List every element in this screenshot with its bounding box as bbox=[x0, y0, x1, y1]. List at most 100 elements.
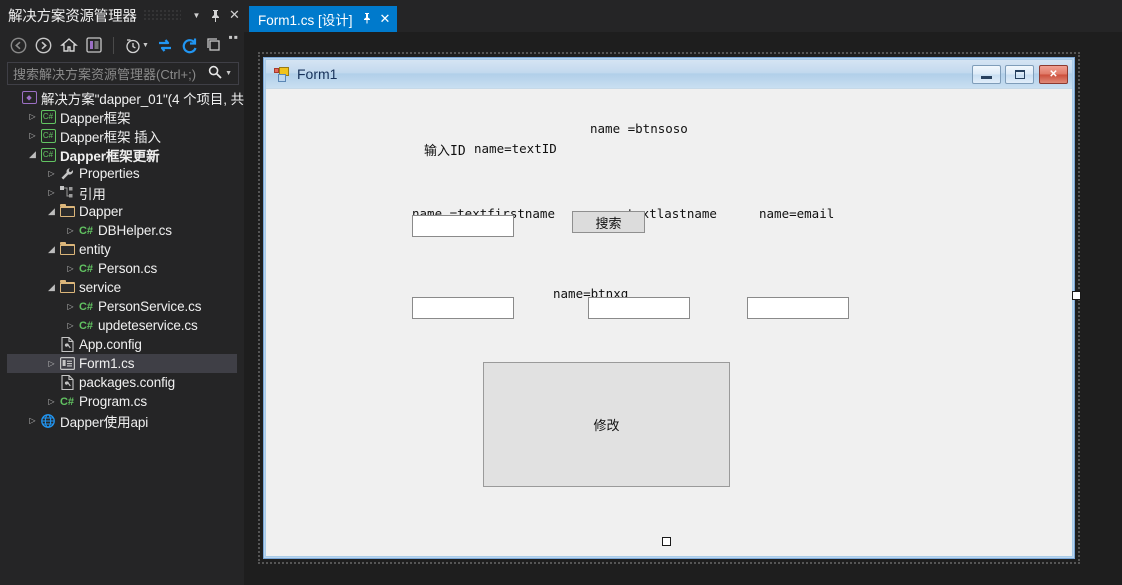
maximize-button[interactable] bbox=[1005, 64, 1034, 84]
home-icon[interactable] bbox=[57, 33, 80, 57]
expand-arrow-closed-icon[interactable]: ▷ bbox=[45, 188, 58, 197]
pin-icon[interactable] bbox=[206, 4, 225, 26]
tree-item-properties[interactable]: ▷ Properties bbox=[7, 164, 244, 183]
expand-arrow-closed-icon[interactable]: ▷ bbox=[64, 321, 77, 330]
resize-grip-bottom[interactable] bbox=[662, 537, 671, 546]
expand-arrow-open-icon[interactable]: ◢ bbox=[45, 282, 58, 293]
tree-item-label: Dapper bbox=[79, 204, 123, 219]
solution-tree[interactable]: ⬥ 解决方案"dapper_01"(4 个项目, 共 ▷ C# Dapper框架 ▷ C# D… bbox=[7, 88, 244, 579]
expand-arrow-closed-icon[interactable]: ▷ bbox=[64, 302, 77, 311]
config-file-icon bbox=[58, 375, 76, 390]
refresh-icon[interactable] bbox=[178, 33, 201, 57]
tree-item-label: Program.cs bbox=[79, 394, 148, 409]
tree-item-packages.config[interactable]: packages.config bbox=[7, 373, 244, 392]
tree-item-dapper-[interactable]: ▷ C# Dapper框架 bbox=[7, 107, 244, 126]
csharp-project-icon: C# bbox=[39, 147, 57, 162]
tree-item-label: Dapper框架 插入 bbox=[60, 129, 161, 145]
expand-arrow-closed-icon[interactable]: ▷ bbox=[26, 416, 39, 425]
folder-icon bbox=[58, 280, 76, 293]
expand-arrow-open-icon[interactable]: ◢ bbox=[26, 149, 39, 160]
expand-arrow-closed-icon[interactable]: ▷ bbox=[64, 264, 77, 273]
textbox-firstname[interactable] bbox=[412, 297, 514, 319]
tree-item-label: 引用 bbox=[79, 186, 106, 202]
pin-icon[interactable] bbox=[362, 12, 372, 27]
solution-view-icon[interactable] bbox=[83, 33, 106, 57]
designer-surface[interactable]: Form1 ✕ name =btnsoso 输入ID name=textID name… bbox=[244, 32, 1122, 585]
textbox-email[interactable] bbox=[747, 297, 849, 319]
csharp-file-icon: C# bbox=[59, 395, 75, 408]
form-window: Form1 ✕ name =btnsoso 输入ID name=textID name… bbox=[265, 59, 1073, 557]
expand-arrow-closed-icon[interactable]: ▷ bbox=[64, 226, 77, 235]
chevron-down-icon[interactable]: ▼ bbox=[142, 42, 149, 49]
tree-item-program.cs[interactable]: ▷ C# Program.cs bbox=[7, 392, 244, 411]
tree-item-entity[interactable]: ◢ entity bbox=[7, 240, 244, 259]
tree-item--[interactable]: ▷ 引用 bbox=[7, 183, 244, 202]
tree-item-dapper-api[interactable]: ▷ Dapper使用api bbox=[7, 411, 244, 430]
tree-item-dapper-[interactable]: ◢ C# Dapper框架更新 bbox=[7, 145, 244, 164]
collapse-all-icon[interactable] bbox=[203, 33, 226, 57]
search-button[interactable]: 搜索 bbox=[572, 211, 645, 233]
overflow-icon[interactable]: ▪▪ bbox=[229, 30, 240, 43]
tree-item-form1.cs[interactable]: ▷ Form1.cs bbox=[7, 354, 237, 373]
drag-dots bbox=[142, 9, 181, 21]
tree-item-label: App.config bbox=[79, 337, 142, 352]
document-area: Form1.cs [设计] ✕ Form1 ✕ name =btnsoso 输入… bbox=[244, 0, 1122, 585]
csharp-file-icon: C# bbox=[78, 262, 94, 275]
tree-item-dapper-[interactable]: ▷ C# Dapper框架 插入 bbox=[7, 126, 244, 145]
tree-item-dapper[interactable]: ◢ Dapper bbox=[7, 202, 244, 221]
close-icon[interactable]: ✕ bbox=[380, 11, 391, 27]
forward-icon[interactable] bbox=[32, 33, 55, 57]
tree-item-person.cs[interactable]: ▷ C# Person.cs bbox=[7, 259, 244, 278]
search-icon[interactable] bbox=[208, 65, 225, 82]
toolbar-separator bbox=[112, 36, 114, 54]
web-project-icon bbox=[39, 413, 57, 428]
expand-arrow-closed-icon[interactable]: ▷ bbox=[45, 169, 58, 178]
tree-item-label: Form1.cs bbox=[79, 356, 135, 371]
tree-item-label: DBHelper.cs bbox=[98, 223, 172, 238]
search-input[interactable]: 搜索解决方案资源管理器(Ctrl+;) bbox=[8, 64, 208, 83]
tree-item-service[interactable]: ◢ service bbox=[7, 278, 244, 297]
solution-explorer-panel: 解决方案资源管理器 ▼ ✕ ▼ ▪▪ 搜索解决方案资源管理器(Ctrl+;) ▼… bbox=[0, 0, 244, 585]
tree-item-updeteservice.cs[interactable]: ▷ C# updeteservice.cs bbox=[7, 316, 244, 335]
minimize-button[interactable] bbox=[972, 64, 1001, 84]
search-box[interactable]: 搜索解决方案资源管理器(Ctrl+;) ▼ bbox=[7, 62, 239, 85]
tree-item-personservice.cs[interactable]: ▷ C# PersonService.cs bbox=[7, 297, 244, 316]
tab-label: Form1.cs [设计] bbox=[258, 13, 353, 28]
expand-arrow-open-icon[interactable]: ◢ bbox=[45, 244, 58, 255]
label-btnsoso[interactable]: name =btnsoso bbox=[590, 121, 688, 136]
close-button[interactable]: ✕ bbox=[1039, 64, 1068, 84]
csharp-file-icon: C# bbox=[78, 224, 94, 237]
expand-arrow-closed-icon[interactable]: ▷ bbox=[45, 359, 58, 368]
label-input-id[interactable]: 输入ID bbox=[424, 140, 466, 159]
sync-icon[interactable] bbox=[153, 33, 176, 57]
tree-item-app.config[interactable]: App.config bbox=[7, 335, 244, 354]
textbox-id[interactable] bbox=[412, 215, 514, 237]
form-client-area[interactable]: name =btnsoso 输入ID name=textID name =textfi… bbox=[266, 89, 1072, 556]
folder-icon bbox=[58, 204, 76, 217]
label-email[interactable]: name=email bbox=[759, 206, 834, 221]
expand-arrow-closed-icon[interactable]: ▷ bbox=[45, 397, 58, 406]
expand-arrow-open-icon[interactable]: ◢ bbox=[45, 206, 58, 217]
maximize-icon bbox=[1014, 69, 1025, 79]
form-border: Form1 ✕ name =btnsoso 输入ID name=textID name… bbox=[263, 57, 1075, 559]
textbox-lastname[interactable] bbox=[588, 297, 690, 319]
solution-explorer-header: 解决方案资源管理器 ▼ ✕ bbox=[0, 0, 244, 30]
dropdown-icon[interactable]: ▼ bbox=[187, 4, 206, 26]
modify-button[interactable]: 修改 bbox=[483, 362, 730, 487]
expand-arrow-closed-icon[interactable]: ▷ bbox=[26, 112, 39, 121]
tree-item--dapper-01-4-[interactable]: ⬥ 解决方案"dapper_01"(4 个项目, 共 bbox=[7, 88, 244, 107]
resize-grip-right[interactable] bbox=[1072, 291, 1081, 300]
back-icon[interactable] bbox=[7, 33, 30, 57]
label-textid[interactable]: name=textID bbox=[474, 141, 557, 156]
close-icon[interactable]: ✕ bbox=[225, 4, 244, 26]
form-selection-frame[interactable]: Form1 ✕ name =btnsoso 输入ID name=textID name… bbox=[258, 52, 1080, 564]
expand-arrow-closed-icon[interactable]: ▷ bbox=[26, 131, 39, 140]
pending-changes-icon[interactable] bbox=[121, 33, 144, 57]
search-dropdown-icon[interactable]: ▼ bbox=[225, 70, 238, 77]
tree-item-label: packages.config bbox=[79, 375, 176, 390]
tab-form1-designer[interactable]: Form1.cs [设计] ✕ bbox=[249, 6, 398, 32]
csharp-file-icon: C# bbox=[78, 300, 94, 313]
form-titlebar[interactable]: Form1 ✕ bbox=[266, 60, 1072, 89]
tree-item-dbhelper.cs[interactable]: ▷ C# DBHelper.cs bbox=[7, 221, 244, 240]
csharp-file-icon: C# bbox=[78, 319, 94, 332]
